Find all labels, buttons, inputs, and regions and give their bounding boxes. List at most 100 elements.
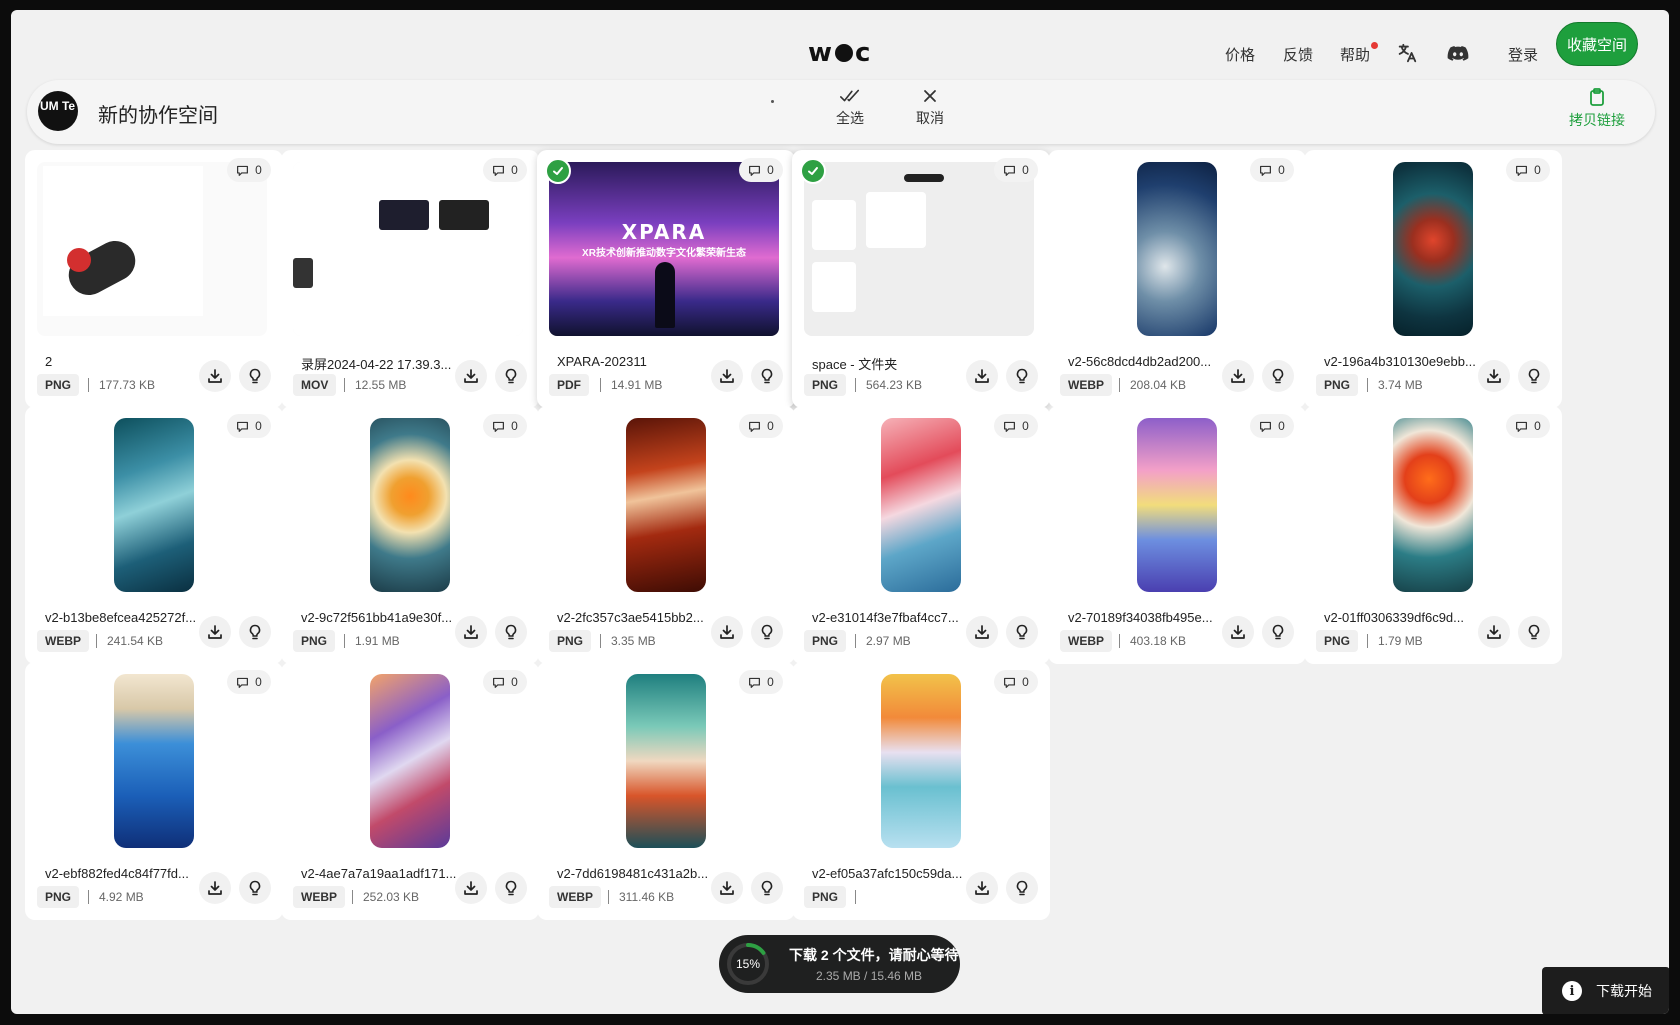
file-thumbnail[interactable] bbox=[1137, 162, 1217, 336]
nav-help-link[interactable]: 帮助 bbox=[1340, 44, 1370, 65]
file-card[interactable]: 0 录屏2024-04-22 17.39.3... MOV 12.55 MB bbox=[281, 150, 539, 408]
comment-count-button[interactable]: 0 bbox=[1250, 158, 1294, 182]
inspiration-button[interactable] bbox=[1262, 616, 1294, 648]
file-thumbnail[interactable] bbox=[114, 674, 194, 848]
file-card[interactable]: XPARA XR技术创新推动数字文化繁荣新生态 0 XPARA-202311 PDF 14… bbox=[537, 150, 795, 408]
download-button[interactable] bbox=[199, 872, 231, 904]
download-button[interactable] bbox=[455, 872, 487, 904]
comment-count-button[interactable]: 0 bbox=[739, 670, 783, 694]
download-button[interactable] bbox=[1222, 616, 1254, 648]
inspiration-button[interactable] bbox=[495, 872, 527, 904]
inspiration-button[interactable] bbox=[495, 360, 527, 392]
comment-count-button[interactable]: 0 bbox=[739, 158, 783, 182]
download-button[interactable] bbox=[1478, 616, 1510, 648]
download-button[interactable] bbox=[1222, 360, 1254, 392]
nav-price-link[interactable]: 价格 bbox=[1225, 44, 1255, 65]
file-card[interactable]: 0 v2-196a4b310130e9ebb... PNG 3.74 MB bbox=[1304, 150, 1562, 408]
file-card[interactable]: 0 v2-56c8dcd4db2ad200... WEBP 208.04 KB bbox=[1048, 150, 1306, 408]
comment-count-button[interactable]: 0 bbox=[483, 414, 527, 438]
inspiration-button[interactable] bbox=[1006, 360, 1038, 392]
comment-count-button[interactable]: 0 bbox=[483, 670, 527, 694]
inspiration-button[interactable] bbox=[751, 872, 783, 904]
download-button[interactable] bbox=[966, 872, 998, 904]
inspiration-button[interactable] bbox=[1006, 872, 1038, 904]
file-card[interactable]: 0 v2-7dd6198481c431a2b... WEBP 311.46 KB bbox=[537, 662, 795, 920]
file-thumbnail[interactable] bbox=[37, 162, 267, 336]
inspiration-button[interactable] bbox=[239, 872, 271, 904]
file-card[interactable]: 0 2 PNG 177.73 KB bbox=[25, 150, 283, 408]
comment-count-button[interactable]: 0 bbox=[994, 158, 1038, 182]
figure-silhouette bbox=[655, 262, 675, 328]
selected-check-icon[interactable] bbox=[800, 158, 826, 184]
inspiration-button[interactable] bbox=[495, 616, 527, 648]
cancel-button[interactable]: 取消 bbox=[900, 88, 960, 128]
copy-link-button[interactable]: 拷贝链接 bbox=[1562, 88, 1632, 130]
select-all-button[interactable]: 全选 bbox=[820, 88, 880, 128]
download-button[interactable] bbox=[455, 360, 487, 392]
file-card[interactable]: 0 v2-4ae7a7a19aa1adf171... WEBP 252.03 KB bbox=[281, 662, 539, 920]
inspiration-button[interactable] bbox=[1518, 360, 1550, 392]
comment-count-button[interactable]: 0 bbox=[1506, 158, 1550, 182]
file-size: 2.97 MB bbox=[866, 634, 911, 648]
comment-count-button[interactable]: 0 bbox=[739, 414, 783, 438]
selected-check-icon[interactable] bbox=[545, 158, 571, 184]
download-button[interactable] bbox=[199, 616, 231, 648]
comment-count-button[interactable]: 0 bbox=[227, 158, 271, 182]
file-thumbnail[interactable] bbox=[370, 674, 450, 848]
file-thumbnail[interactable] bbox=[1393, 162, 1473, 336]
file-type-badge: PNG bbox=[1316, 630, 1359, 652]
file-thumbnail[interactable]: XPARA XR技术创新推动数字文化繁荣新生态 bbox=[549, 162, 779, 336]
comment-count-button[interactable]: 0 bbox=[227, 670, 271, 694]
file-thumbnail[interactable] bbox=[1137, 418, 1217, 592]
file-card[interactable]: 0 v2-2fc357c3ae5415bb2... PNG 3.35 MB bbox=[537, 406, 795, 664]
download-button[interactable] bbox=[966, 616, 998, 648]
file-thumbnail[interactable] bbox=[881, 418, 961, 592]
download-button[interactable] bbox=[1478, 360, 1510, 392]
download-button[interactable] bbox=[711, 616, 743, 648]
comment-count-button[interactable]: 0 bbox=[994, 414, 1038, 438]
comment-count-button[interactable]: 0 bbox=[1506, 414, 1550, 438]
file-thumbnail[interactable] bbox=[1393, 418, 1473, 592]
download-button[interactable] bbox=[455, 616, 487, 648]
inspiration-button[interactable] bbox=[751, 616, 783, 648]
file-thumbnail[interactable] bbox=[114, 418, 194, 592]
translate-icon[interactable] bbox=[1396, 42, 1420, 66]
inspiration-button[interactable] bbox=[1518, 616, 1550, 648]
workspace-title[interactable]: 新的协作空间 bbox=[98, 99, 218, 128]
avatar[interactable]: UM Te bbox=[38, 91, 78, 131]
file-thumbnail[interactable] bbox=[804, 162, 1034, 336]
file-thumbnail[interactable] bbox=[370, 418, 450, 592]
download-button[interactable] bbox=[711, 872, 743, 904]
comment-count-button[interactable]: 0 bbox=[994, 670, 1038, 694]
inspiration-button[interactable] bbox=[1262, 360, 1294, 392]
comment-count-button[interactable]: 0 bbox=[483, 158, 527, 182]
download-button[interactable] bbox=[711, 360, 743, 392]
file-card[interactable]: 0 v2-ef05a37afc150c59da... PNG bbox=[792, 662, 1050, 920]
logo[interactable]: wc bbox=[808, 38, 871, 68]
file-card[interactable]: 0 space - 文件夹 PNG 564.23 KB bbox=[792, 150, 1050, 408]
login-link[interactable]: 登录 bbox=[1508, 44, 1538, 65]
file-thumbnail[interactable] bbox=[626, 418, 706, 592]
inspiration-button[interactable] bbox=[239, 360, 271, 392]
nav-feedback-link[interactable]: 反馈 bbox=[1283, 44, 1313, 65]
comment-count-button[interactable]: 0 bbox=[1250, 414, 1294, 438]
comment-count-button[interactable]: 0 bbox=[227, 414, 271, 438]
inspiration-button[interactable] bbox=[751, 360, 783, 392]
favorite-space-button[interactable]: 收藏空间 bbox=[1556, 22, 1638, 66]
file-card[interactable]: 0 v2-9c72f561bb41a9e30f... PNG 1.91 MB bbox=[281, 406, 539, 664]
download-button[interactable] bbox=[199, 360, 231, 392]
discord-icon[interactable] bbox=[1446, 42, 1470, 66]
file-card[interactable]: 0 v2-ebf882fed4c84f77fd... PNG 4.92 MB bbox=[25, 662, 283, 920]
download-icon bbox=[974, 368, 990, 384]
download-button[interactable] bbox=[966, 360, 998, 392]
file-card[interactable]: 0 v2-70189f34038fb495e... WEBP 403.18 KB bbox=[1048, 406, 1306, 664]
file-card[interactable]: 0 v2-e31014f3e7fbaf4cc7... PNG 2.97 MB bbox=[792, 406, 1050, 664]
file-thumbnail[interactable] bbox=[626, 674, 706, 848]
inspiration-button[interactable] bbox=[1006, 616, 1038, 648]
inspiration-button[interactable] bbox=[239, 616, 271, 648]
file-card[interactable]: 0 v2-b13be8efcea425272f... WEBP 241.54 KB bbox=[25, 406, 283, 664]
file-card[interactable]: 0 v2-01ff0306339df6c9d... PNG 1.79 MB bbox=[1304, 406, 1562, 664]
file-thumbnail[interactable] bbox=[881, 674, 961, 848]
lightbulb-icon bbox=[1015, 624, 1029, 640]
file-thumbnail[interactable] bbox=[293, 162, 523, 336]
